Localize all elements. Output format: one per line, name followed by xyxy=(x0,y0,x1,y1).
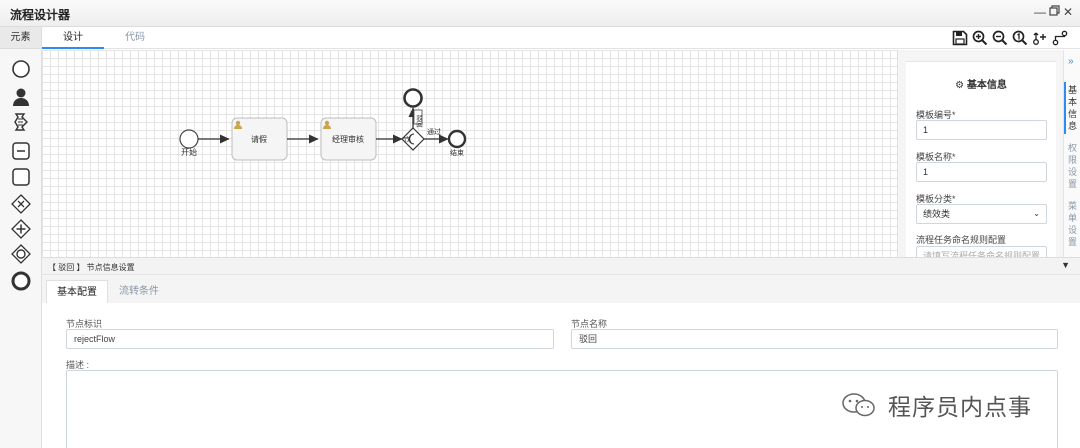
watermark-text: 程序员内点事 xyxy=(888,395,1032,421)
diagram-canvas[interactable]: 开始 请假 经理审核 节 驳回 通过 结束 xyxy=(42,50,897,257)
start-event-label: 开始 xyxy=(181,147,197,157)
user-task-icon[interactable] xyxy=(11,87,31,107)
properties-section-title: ⚙ 基本信息 xyxy=(906,76,1056,91)
gear-icon: ⚙ xyxy=(955,80,965,91)
connect-icon[interactable] xyxy=(1052,30,1068,46)
zoom-in-icon[interactable] xyxy=(972,30,988,46)
pin-icon[interactable]: ▼ xyxy=(1061,260,1070,270)
node-name-input[interactable]: 驳回 xyxy=(571,329,1058,349)
inclusive-gateway-icon[interactable] xyxy=(11,244,31,264)
chevron-down-icon: ⌄ xyxy=(1033,209,1040,218)
save-icon[interactable] xyxy=(952,30,968,46)
node-settings-tabs: 基本配置 流转条件 xyxy=(42,275,1080,303)
palette-title: 元素 xyxy=(0,27,41,49)
parallel-gateway-icon[interactable] xyxy=(11,219,31,239)
node-id-input[interactable]: rejectFlow xyxy=(66,329,554,349)
node-panel-header: 【 驳回 】 节点信息设置 ▼ xyxy=(42,257,1080,275)
tab-permission-settings[interactable]: 权限设置 xyxy=(1067,142,1078,190)
task1-label: 请假 xyxy=(251,134,267,144)
gateway-label: 节 xyxy=(403,136,410,144)
element-palette: 元素 xyxy=(0,27,42,448)
close-icon[interactable]: ✕ xyxy=(1062,5,1074,19)
node-settings-panel: 基本配置 流转条件 节点标识 rejectFlow 节点名称 驳回 描述 : xyxy=(42,275,1080,448)
layout-icon[interactable] xyxy=(1032,30,1048,46)
node-panel-title: 【 驳回 】 节点信息设置 xyxy=(48,263,135,272)
task-naming-input[interactable]: 请填写流程任务命名规则配置 xyxy=(916,246,1047,257)
title-bar: 流程设计器 — ✕ xyxy=(0,0,1080,27)
wechat-logo-icon xyxy=(842,393,875,417)
end-event-icon[interactable] xyxy=(11,271,31,291)
right-side-tabs: » 基本信息 权限设置 菜单设置 xyxy=(1063,50,1080,257)
restore-icon[interactable] xyxy=(1048,5,1060,19)
properties-card: ⚙ 基本信息 模板编号* 1 模板名称* 1 模板分类* 绩效类 ⌄ 流程任务命… xyxy=(906,61,1056,257)
tab-basic-config[interactable]: 基本配置 xyxy=(46,280,108,303)
tab-flow-conditions[interactable]: 流转条件 xyxy=(108,280,170,303)
flow-designer-window: 流程设计器 — ✕ 元素 设计 代码 开始 请假 经理审核 节 驳回 通过 结束… xyxy=(0,0,1080,448)
actual-size-icon[interactable] xyxy=(1012,30,1028,46)
active-tab-indicator xyxy=(1064,82,1066,134)
template-category-value: 绩效类 xyxy=(923,209,951,219)
editor-tabs: 设计 代码 xyxy=(42,27,1080,49)
reject-end-event[interactable] xyxy=(403,88,423,108)
task-naming-label: 流程任务命名规则配置 xyxy=(916,235,1007,245)
start-event-icon[interactable] xyxy=(11,59,31,79)
subprocess-icon[interactable] xyxy=(11,141,31,161)
zoom-out-icon[interactable] xyxy=(992,30,1008,46)
pass-flow-label: 通过 xyxy=(427,127,441,136)
end-event[interactable] xyxy=(447,129,467,149)
start-event[interactable] xyxy=(179,129,199,149)
tab-code[interactable]: 代码 xyxy=(104,27,166,49)
end-event-label: 结束 xyxy=(450,148,464,157)
node-settings-form: 节点标识 rejectFlow 节点名称 驳回 描述 : xyxy=(42,303,1080,448)
template-code-input[interactable]: 1 xyxy=(916,120,1047,140)
task-icon[interactable] xyxy=(11,167,31,187)
exclusive-gateway-icon[interactable] xyxy=(11,194,31,214)
script-task-icon[interactable] xyxy=(11,112,31,132)
bpmn-diagram: 开始 请假 经理审核 节 驳回 通过 结束 xyxy=(179,88,467,161)
collapse-panel-icon[interactable]: » xyxy=(1068,56,1074,67)
properties-panel: ⚙ 基本信息 模板编号* 1 模板名称* 1 模板分类* 绩效类 ⌄ 流程任务命… xyxy=(897,50,1063,257)
tab-design[interactable]: 设计 xyxy=(42,27,104,49)
template-category-select[interactable]: 绩效类 ⌄ xyxy=(916,204,1047,224)
tab-menu-settings[interactable]: 菜单设置 xyxy=(1067,200,1078,248)
template-name-input[interactable]: 1 xyxy=(916,162,1047,182)
window-title: 流程设计器 xyxy=(10,8,71,22)
section-title-text: 基本信息 xyxy=(966,80,1007,91)
minimize-icon[interactable]: — xyxy=(1034,5,1046,19)
tab-basic-info[interactable]: 基本信息 xyxy=(1067,84,1078,132)
task2-label: 经理审核 xyxy=(332,134,364,144)
